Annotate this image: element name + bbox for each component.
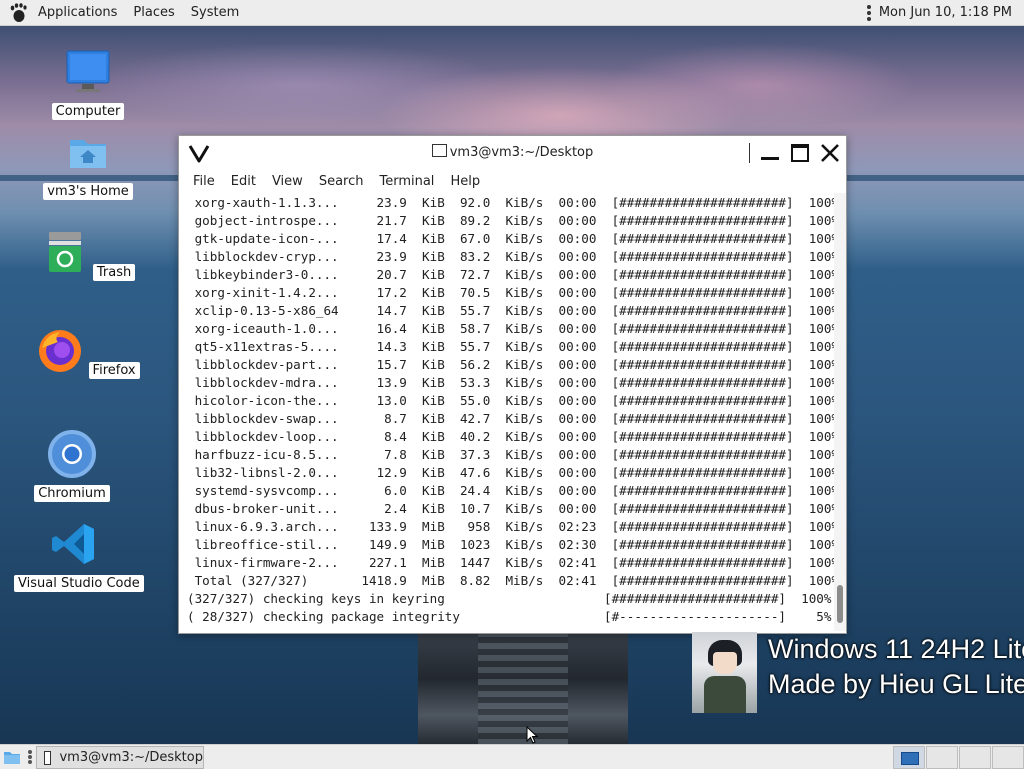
desktop-icon-vscode[interactable]: Visual Studio Code bbox=[14, 520, 144, 592]
workspace-1[interactable] bbox=[893, 746, 925, 769]
desktop-icon-label: Visual Studio Code bbox=[14, 575, 144, 592]
workspace-2[interactable] bbox=[926, 746, 958, 769]
menu-edit[interactable]: Edit bbox=[223, 174, 264, 189]
scrollbar-thumb[interactable] bbox=[837, 585, 843, 623]
top-panel: Applications Places System Mon Jun 10, 1… bbox=[0, 0, 1024, 26]
terminal-line: hicolor-icon-the... 13.0 KiB 55.0 KiB/s … bbox=[187, 393, 834, 408]
titlebar-separator bbox=[749, 143, 750, 163]
terminal-line: systemd-sysvcomp... 6.0 KiB 24.4 KiB/s 0… bbox=[187, 483, 834, 498]
desktop-icon-firefox[interactable]: Firefox bbox=[28, 326, 148, 379]
bottom-panel: vm3@vm3:~/Desktop bbox=[0, 744, 1024, 769]
terminal-line: libblockdev-part... 15.7 KiB 56.2 KiB/s … bbox=[187, 357, 834, 372]
terminal-line: gtk-update-icon-... 17.4 KiB 67.0 KiB/s … bbox=[187, 231, 834, 246]
watermark-line-1: Windows 11 24H2 Lite bbox=[768, 634, 1024, 664]
menu-help[interactable]: Help bbox=[442, 174, 488, 189]
terminal-line: linux-firmware-2... 227.1 MiB 1447 KiB/s… bbox=[187, 555, 834, 570]
terminal-menubar: File Edit View Search Terminal Help bbox=[179, 170, 846, 192]
desktop-icon-trash[interactable]: Trash bbox=[28, 228, 148, 281]
terminal-line: libblockdev-cryp... 23.9 KiB 83.2 KiB/s … bbox=[187, 249, 834, 264]
menu-file[interactable]: File bbox=[185, 174, 223, 189]
desktop-icon-label: Computer bbox=[51, 103, 125, 120]
trash-icon bbox=[48, 232, 81, 272]
computer-monitor-icon bbox=[66, 50, 110, 92]
clock[interactable]: Mon Jun 10, 1:18 PM bbox=[879, 5, 1012, 20]
workspace-4[interactable] bbox=[992, 746, 1024, 769]
firefox-icon bbox=[39, 330, 82, 372]
terminal-line: ( 28/327) checking package integrity [#-… bbox=[187, 609, 832, 624]
watermark-line-2: Made by Hieu GL Lite bbox=[768, 669, 1024, 699]
close-icon[interactable] bbox=[819, 142, 841, 164]
terminal-scrollbar[interactable] bbox=[834, 193, 846, 631]
window-titlebar[interactable]: vm3@vm3:~/Desktop bbox=[179, 136, 846, 170]
terminal-line: xclip-0.13-5-x86_64 14.7 KiB 55.7 KiB/s … bbox=[187, 303, 834, 318]
window-title: vm3@vm3:~/Desktop bbox=[179, 144, 846, 160]
taskbar-terminal-button[interactable]: vm3@vm3:~/Desktop bbox=[36, 746, 204, 769]
terminal-window[interactable]: vm3@vm3:~/Desktop File Edit View Search … bbox=[178, 135, 847, 634]
terminal-line: xorg-xinit-1.4.2... 17.2 KiB 70.5 KiB/s … bbox=[187, 285, 834, 300]
desktop-icon-chromium[interactable]: Chromium bbox=[12, 430, 132, 502]
taskbar-button-label: vm3@vm3:~/Desktop bbox=[59, 750, 203, 765]
terminal-icon bbox=[431, 144, 447, 157]
home-folder-icon bbox=[70, 140, 106, 168]
terminal-line: xorg-iceauth-1.0... 16.4 KiB 58.7 KiB/s … bbox=[187, 321, 834, 336]
terminal-lines: xorg-xauth-1.1.3... 23.9 KiB 92.0 KiB/s … bbox=[179, 194, 834, 626]
chromium-icon bbox=[48, 430, 96, 478]
workspace-3[interactable] bbox=[959, 746, 991, 769]
terminal-line: dbus-broker-unit... 2.4 KiB 10.7 KiB/s 0… bbox=[187, 501, 834, 516]
terminal-line: lib32-libnsl-2.0... 12.9 KiB 47.6 KiB/s … bbox=[187, 465, 834, 480]
terminal-line: gobject-introspe... 21.7 KiB 89.2 KiB/s … bbox=[187, 213, 834, 228]
desktop-icon-label: Chromium bbox=[34, 485, 110, 502]
places-menu[interactable]: Places bbox=[125, 0, 182, 25]
system-menu[interactable]: System bbox=[183, 0, 247, 25]
show-desktop-icon[interactable] bbox=[3, 748, 21, 766]
desktop-icon-label: vm3's Home bbox=[43, 183, 133, 200]
watermark-avatar bbox=[692, 632, 757, 713]
terminal-output[interactable]: xorg-xauth-1.1.3... 23.9 KiB 92.0 KiB/s … bbox=[179, 193, 834, 633]
terminal-line: libblockdev-mdra... 13.9 KiB 53.3 KiB/s … bbox=[187, 375, 834, 390]
desktop-icon-label: Firefox bbox=[88, 362, 140, 379]
menu-terminal[interactable]: Terminal bbox=[371, 174, 442, 189]
panel-handle-icon[interactable] bbox=[28, 750, 32, 764]
terminal-line: (327/327) checking keys in keyring [####… bbox=[187, 591, 832, 606]
terminal-line: xorg-xauth-1.1.3... 23.9 KiB 92.0 KiB/s … bbox=[187, 195, 834, 210]
window-title-text: vm3@vm3:~/Desktop bbox=[449, 145, 594, 160]
menu-view[interactable]: View bbox=[264, 174, 311, 189]
vscode-icon bbox=[52, 524, 94, 564]
terminal-line: libreoffice-stil... 149.9 MiB 1023 KiB/s… bbox=[187, 537, 834, 552]
panel-handle-icon[interactable] bbox=[866, 4, 871, 21]
terminal-line: qt5-x11extras-5.... 14.3 KiB 55.7 KiB/s … bbox=[187, 339, 834, 354]
minimize-icon[interactable] bbox=[759, 142, 781, 164]
terminal-line: linux-6.9.3.arch... 133.9 MiB 958 KiB/s … bbox=[187, 519, 834, 534]
gnome-foot-icon[interactable] bbox=[8, 2, 28, 23]
workspace-switcher bbox=[892, 746, 1024, 769]
applications-menu[interactable]: Applications bbox=[30, 0, 125, 25]
maximize-icon[interactable] bbox=[789, 142, 811, 164]
terminal-line: libkeybinder3-0.... 20.7 KiB 72.7 KiB/s … bbox=[187, 267, 834, 282]
menu-search[interactable]: Search bbox=[311, 174, 372, 189]
terminal-line: Total (327/327) 1418.9 MiB 8.82 MiB/s 02… bbox=[187, 573, 834, 588]
terminal-line: libblockdev-swap... 8.7 KiB 42.7 KiB/s 0… bbox=[187, 411, 834, 426]
terminal-icon bbox=[44, 750, 52, 765]
wallpaper-pier bbox=[418, 631, 628, 745]
desktop-icon-computer[interactable]: Computer bbox=[28, 48, 148, 120]
desktop-icon-label: Trash bbox=[92, 264, 136, 281]
desktop-icon-home[interactable]: vm3's Home bbox=[28, 128, 148, 200]
watermark-text: Windows 11 24H2 Lite Made by Hieu GL Lit… bbox=[768, 632, 1024, 702]
mouse-cursor-icon bbox=[526, 726, 538, 744]
terminal-line: harfbuzz-icu-8.5... 7.8 KiB 37.3 KiB/s 0… bbox=[187, 447, 834, 462]
terminal-line: libblockdev-loop... 8.4 KiB 40.2 KiB/s 0… bbox=[187, 429, 834, 444]
